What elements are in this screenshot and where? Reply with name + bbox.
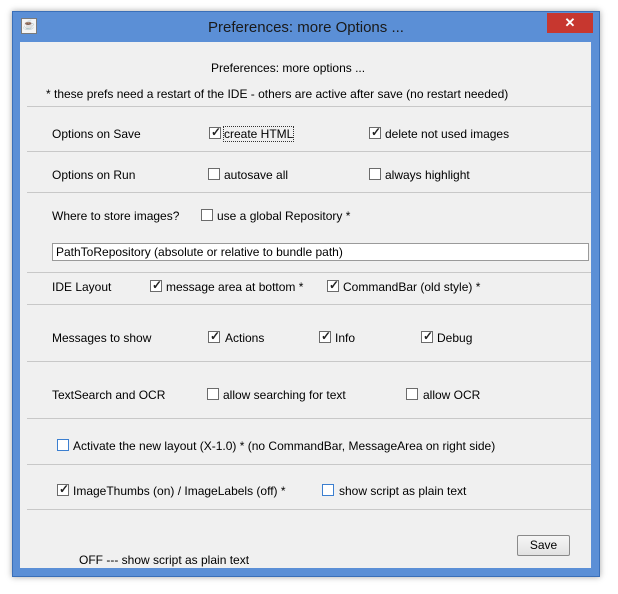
commandbar-old-style-label[interactable]: CommandBar (old style) *	[343, 280, 480, 294]
title-bar[interactable]: ☕ Preferences: more Options ... ✕	[13, 12, 599, 42]
actions-checkbox[interactable]: ✓	[208, 329, 221, 343]
plain-text-label[interactable]: show script as plain text	[339, 484, 466, 498]
store-images-label: Where to store images?	[52, 209, 180, 223]
options-on-save-label: Options on Save	[52, 127, 141, 141]
divider	[27, 464, 591, 465]
autosave-all-label[interactable]: autosave all	[224, 168, 288, 182]
messages-to-show-label: Messages to show	[52, 331, 152, 345]
checkmark-icon: ✓	[328, 278, 340, 292]
restart-note: * these prefs need a restart of the IDE …	[46, 87, 509, 101]
preferences-window: ☕ Preferences: more Options ... ✕ Prefer…	[12, 11, 600, 577]
panel-heading: Preferences: more options ...	[211, 61, 366, 75]
imagethumbs-checkbox[interactable]: ✓	[57, 482, 70, 496]
divider	[27, 106, 591, 107]
checkmark-icon: ✓	[370, 125, 382, 139]
checkmark-icon: ✓	[210, 125, 222, 139]
commandbar-old-style-checkbox[interactable]: ✓	[327, 278, 340, 292]
global-repository-label[interactable]: use a global Repository *	[217, 209, 350, 223]
delete-unused-images-checkbox[interactable]: ✓	[369, 125, 382, 139]
ide-layout-label: IDE Layout	[52, 280, 112, 294]
message-area-bottom-label[interactable]: message area at bottom *	[166, 280, 303, 294]
checkmark-icon: ✓	[320, 329, 332, 343]
debug-checkbox[interactable]: ✓	[421, 329, 434, 343]
new-layout-checkbox[interactable]	[57, 439, 69, 451]
divider	[27, 151, 591, 152]
status-text: OFF --- show script as plain text	[79, 553, 250, 567]
info-label[interactable]: Info	[335, 331, 355, 345]
allow-ocr-checkbox[interactable]	[406, 388, 418, 400]
options-on-run-label: Options on Run	[52, 168, 136, 182]
checkmark-icon: ✓	[151, 278, 163, 292]
message-area-bottom-checkbox[interactable]: ✓	[150, 278, 163, 292]
checkmark-icon: ✓	[422, 329, 434, 343]
repository-path-field[interactable]: PathToRepository (absolute or relative t…	[52, 243, 589, 261]
preferences-panel: Preferences: more options ... * these pr…	[20, 42, 591, 568]
global-repository-checkbox[interactable]	[201, 209, 213, 221]
allow-ocr-label[interactable]: allow OCR	[423, 388, 480, 402]
divider	[27, 418, 591, 419]
divider	[27, 361, 591, 362]
window-title: Preferences: more Options ...	[208, 19, 404, 36]
new-layout-label[interactable]: Activate the new layout (X-1.0) * (no Co…	[73, 439, 495, 453]
checkmark-icon: ✓	[58, 482, 70, 496]
actions-label[interactable]: Actions	[225, 331, 264, 345]
close-button[interactable]: ✕	[547, 13, 593, 33]
textsearch-ocr-label: TextSearch and OCR	[52, 388, 166, 402]
always-highlight-label[interactable]: always highlight	[385, 168, 470, 182]
debug-label[interactable]: Debug	[437, 331, 472, 345]
checkmark-icon: ✓	[209, 329, 221, 343]
create-html-label[interactable]: create HTML	[222, 126, 295, 142]
plain-text-checkbox[interactable]	[322, 484, 334, 496]
divider	[27, 304, 591, 305]
divider	[27, 509, 591, 510]
imagethumbs-label[interactable]: ImageThumbs (on) / ImageLabels (off) *	[73, 484, 286, 498]
info-checkbox[interactable]: ✓	[319, 329, 332, 343]
save-button[interactable]: Save	[517, 535, 570, 556]
create-html-checkbox[interactable]: ✓	[209, 125, 222, 139]
divider	[27, 272, 591, 273]
always-highlight-checkbox[interactable]	[369, 168, 381, 180]
allow-searching-checkbox[interactable]	[207, 388, 219, 400]
autosave-all-checkbox[interactable]	[208, 168, 220, 180]
allow-searching-label[interactable]: allow searching for text	[223, 388, 346, 402]
delete-unused-images-label[interactable]: delete not used images	[385, 127, 509, 141]
divider	[27, 192, 591, 193]
